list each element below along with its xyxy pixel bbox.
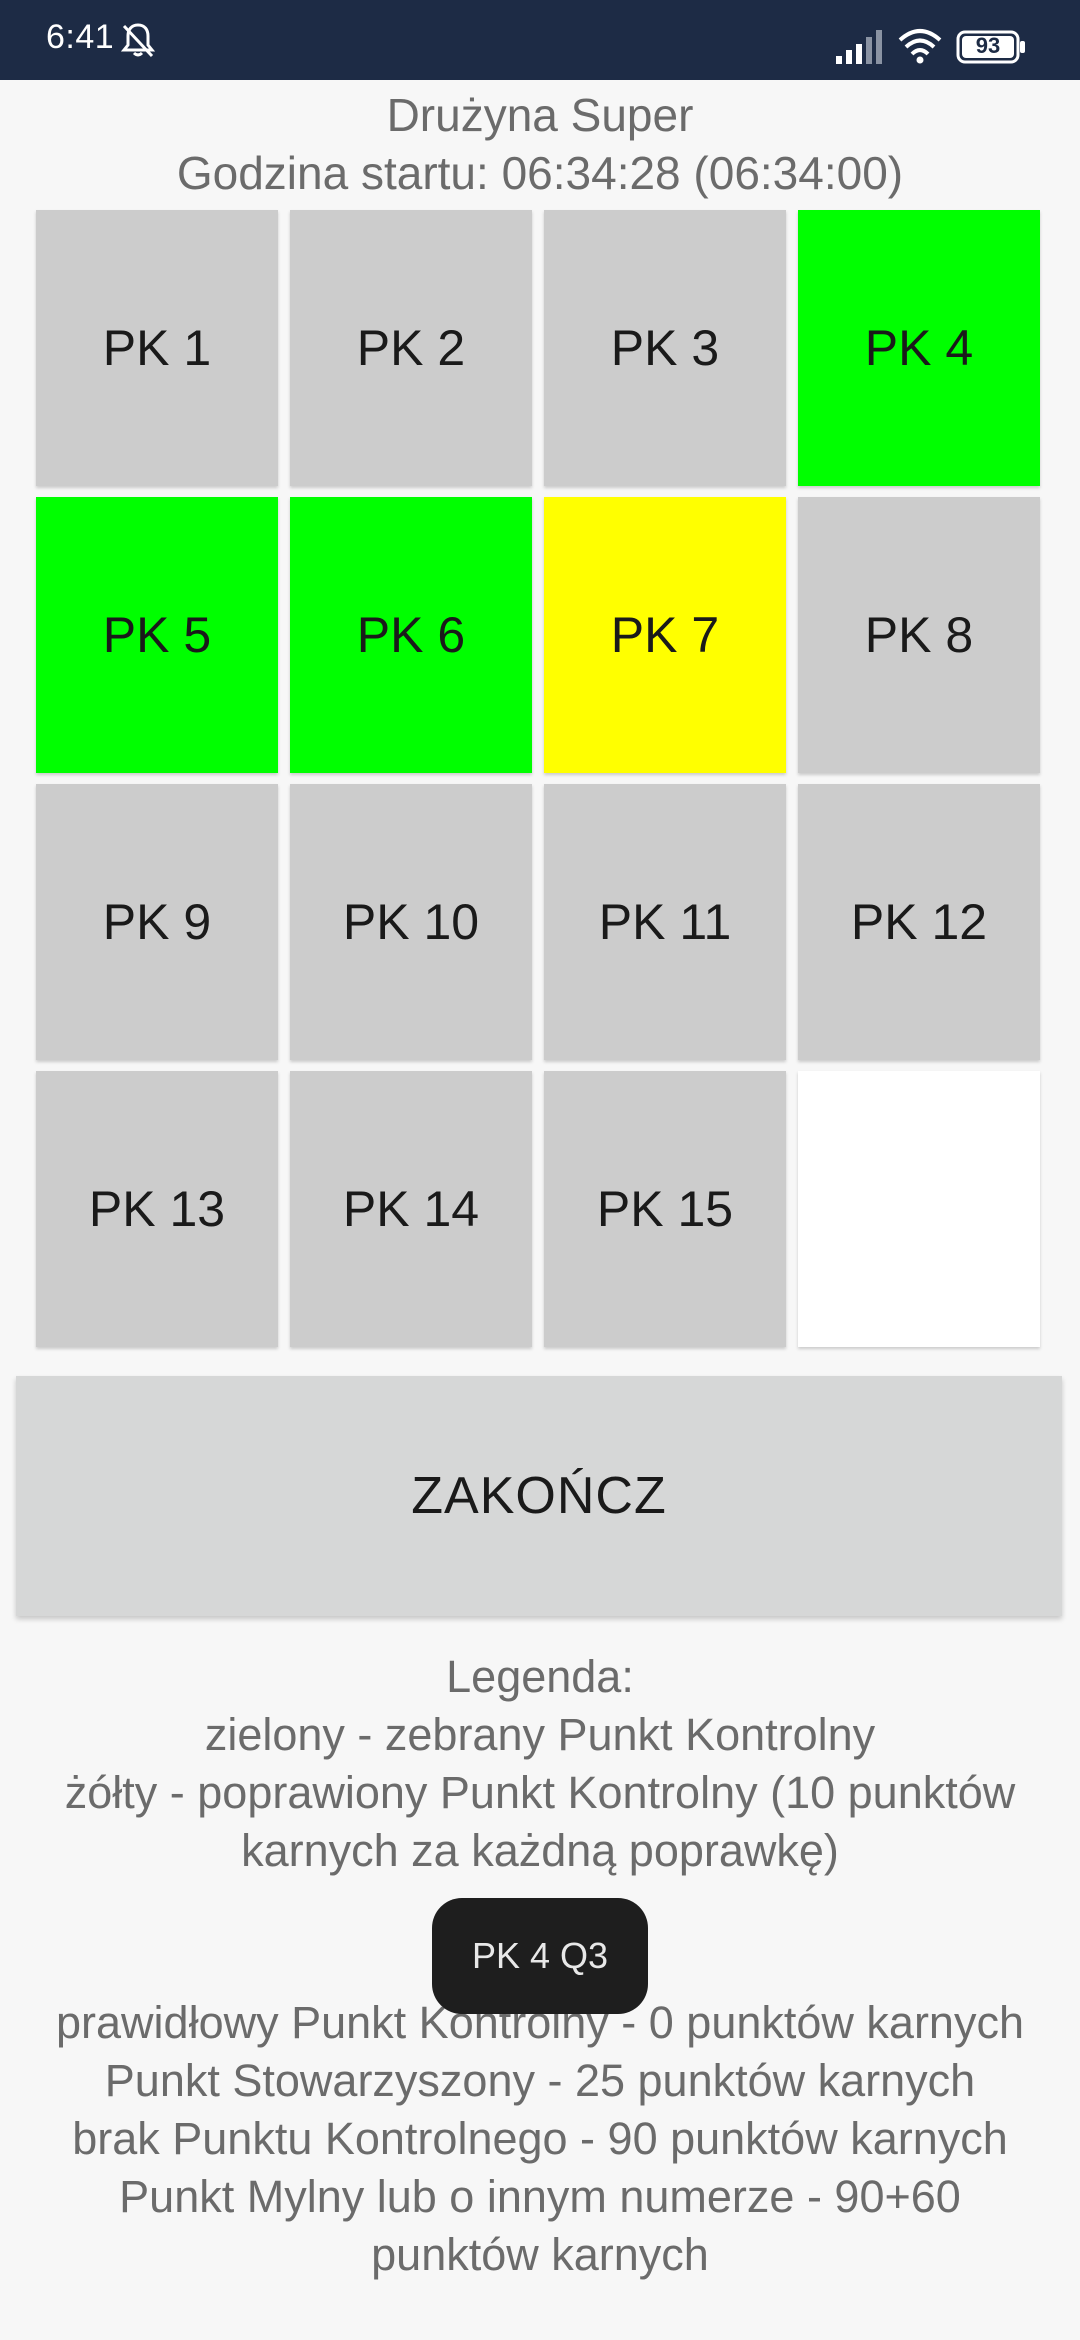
checkpoint-button[interactable]: PK 1 [36, 210, 278, 486]
legend: Legenda: zielony - zebrany Punkt Kontrol… [0, 1648, 1080, 1880]
checkpoint-button[interactable]: PK 8 [798, 497, 1040, 773]
penalty-rules: prawidłowy Punkt Kontrolny - 0 punktów k… [0, 1994, 1080, 2284]
penalty-line: brak Punktu Kontrolnego - 90 punktów kar… [72, 2113, 1008, 2164]
checkpoint-label: PK 13 [88, 1181, 226, 1237]
checkpoint-label: PK 11 [598, 894, 732, 950]
checkpoint-button[interactable]: PK 3 [544, 210, 786, 486]
checkpoint-button[interactable]: PK 12 [798, 784, 1040, 1060]
checkpoint-button[interactable]: PK 10 [290, 784, 532, 1060]
team-name: Drużyna Super [386, 89, 694, 141]
battery-level: 93 [975, 33, 1001, 58]
checkpoint-button[interactable]: PK 14 [290, 1071, 532, 1347]
checkpoint-button[interactable]: PK 4 [798, 210, 1040, 486]
checkpoint-empty-slot [798, 1071, 1040, 1347]
checkpoint-label: PK 9 [102, 894, 212, 950]
checkpoint-button[interactable]: PK 2 [290, 210, 532, 486]
penalty-line: punktów karnych [371, 2229, 709, 2280]
checkpoint-button[interactable]: PK 15 [544, 1071, 786, 1347]
checkpoint-label: PK 8 [864, 607, 974, 663]
wifi-icon [898, 29, 942, 64]
penalty-line: Punkt Stowarzyszony - 25 punktów karnych [104, 2055, 976, 2106]
checkpoint-button[interactable]: PK 9 [36, 784, 278, 1060]
checkpoint-label: PK 3 [610, 320, 720, 376]
checkpoint-label: PK 6 [356, 607, 466, 663]
checkpoint-button[interactable]: PK 6 [290, 497, 532, 773]
toast-message: PK 4 Q3 [432, 1898, 648, 2014]
checkpoint-button[interactable]: PK 5 [36, 497, 278, 773]
checkpoint-label: PK 1 [102, 320, 212, 376]
checkpoint-label: PK 10 [342, 894, 480, 950]
checkpoint-label: PK 5 [102, 607, 212, 663]
checkpoint-button[interactable]: PK 7 [544, 497, 786, 773]
status-bar: 6:41 93 [0, 0, 1080, 80]
finish-button[interactable]: ZAKOŃCZ [16, 1376, 1062, 1616]
checkpoint-label: PK 4 [864, 320, 974, 376]
signal-icon [836, 30, 882, 64]
bell-muted-icon [120, 23, 156, 58]
start-time: Godzina startu: 06:34:28 (06:34:00) [176, 147, 904, 199]
legend-green: zielony - zebrany Punkt Kontrolny [204, 1709, 876, 1760]
checkpoint-label: PK 12 [850, 894, 988, 950]
checkpoint-label: PK 15 [596, 1181, 734, 1237]
checkpoint-label: PK 2 [356, 320, 466, 376]
legend-yellow-line-1: żółty - poprawiony Punkt Kontrolny (10 p… [64, 1767, 1016, 1818]
checkpoint-label: PK 14 [342, 1181, 480, 1237]
checkpoint-button[interactable]: PK 13 [36, 1071, 278, 1347]
checkpoint-label: PK 7 [610, 607, 720, 663]
legend-title: Legenda: [446, 1651, 634, 1702]
legend-yellow-line-2: karnych za każdną poprawkę) [241, 1825, 839, 1876]
checkpoint-button[interactable]: PK 11 [544, 784, 786, 1060]
penalty-line: Punkt Mylny lub o innym numerze - 90+60 [119, 2171, 961, 2222]
status-time: 6:41 [46, 18, 115, 56]
